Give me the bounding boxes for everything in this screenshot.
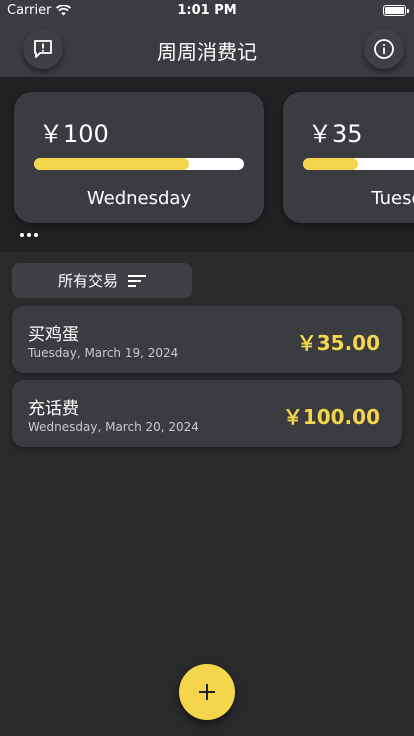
info-icon — [374, 39, 394, 59]
status-bar: Carrier 1:01 PM — [0, 0, 414, 22]
day-card[interactable]: ￥100 Wednesday — [14, 92, 264, 223]
transaction-amount: ￥35.00 — [296, 331, 380, 355]
transaction-amount: ￥100.00 — [282, 405, 380, 429]
day-label: Tuesday — [371, 188, 414, 209]
transaction-item[interactable]: 买鸡蛋 Tuesday, March 19, 2024 ￥35.00 — [12, 306, 402, 373]
top-bar: Carrier 1:01 PM 周周消费记 — [0, 0, 414, 77]
day-amount: ￥100 — [39, 120, 109, 148]
day-amount: ￥35 — [308, 120, 363, 148]
info-button[interactable] — [364, 29, 404, 69]
day-card[interactable]: ￥35 Tuesday — [283, 92, 414, 223]
transaction-name: 买鸡蛋 — [28, 325, 79, 345]
page-title: 周周消费记 — [157, 40, 257, 64]
transaction-date: Tuesday, March 19, 2024 — [28, 346, 179, 360]
progress-bar — [34, 158, 190, 170]
progress-track — [34, 158, 244, 170]
day-label: Wednesday — [86, 188, 192, 209]
filter-label: 所有交易 — [57, 272, 118, 290]
add-transaction-button[interactable] — [179, 664, 235, 720]
progress-track — [303, 158, 414, 170]
transaction-name: 充话费 — [28, 399, 79, 419]
transaction-date: Wednesday, March 20, 2024 — [28, 420, 199, 434]
plus-icon — [199, 684, 215, 700]
day-carousel[interactable]: ￥100 Wednesday ￥35 Tuesday — [0, 77, 414, 252]
progress-bar — [303, 158, 358, 170]
sort-lines-icon — [128, 274, 146, 287]
battery-icon — [383, 5, 409, 16]
clock: 1:01 PM — [177, 3, 237, 18]
transaction-filter-button[interactable]: 所有交易 — [12, 263, 192, 298]
page-indicator — [20, 233, 38, 237]
transaction-item[interactable]: 充话费 Wednesday, March 20, 2024 ￥100.00 — [12, 380, 402, 447]
